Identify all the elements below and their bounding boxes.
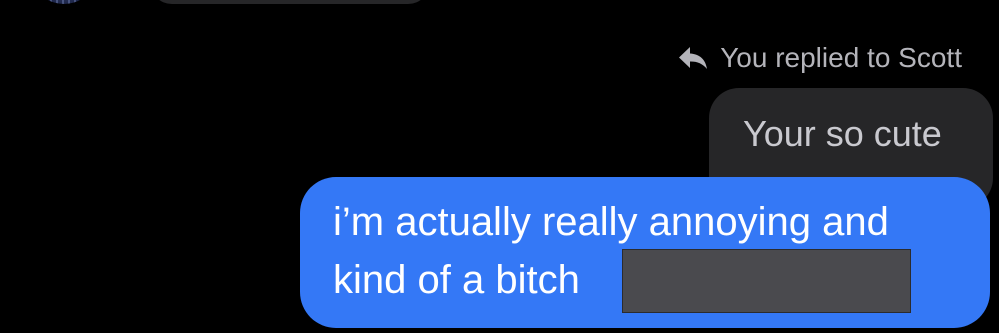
reply-context-header: You replied to Scott bbox=[678, 40, 962, 76]
quoted-message-text: Your so cute bbox=[743, 113, 942, 154]
reply-arrow-icon bbox=[679, 47, 708, 69]
sent-message-line-1: i’m actually really annoying and bbox=[333, 200, 889, 244]
reply-context-label: You replied to Scott bbox=[720, 42, 962, 73]
redaction-block bbox=[622, 249, 911, 313]
contact-avatar[interactable] bbox=[38, 0, 90, 4]
previous-message-bubble[interactable] bbox=[150, 0, 430, 4]
